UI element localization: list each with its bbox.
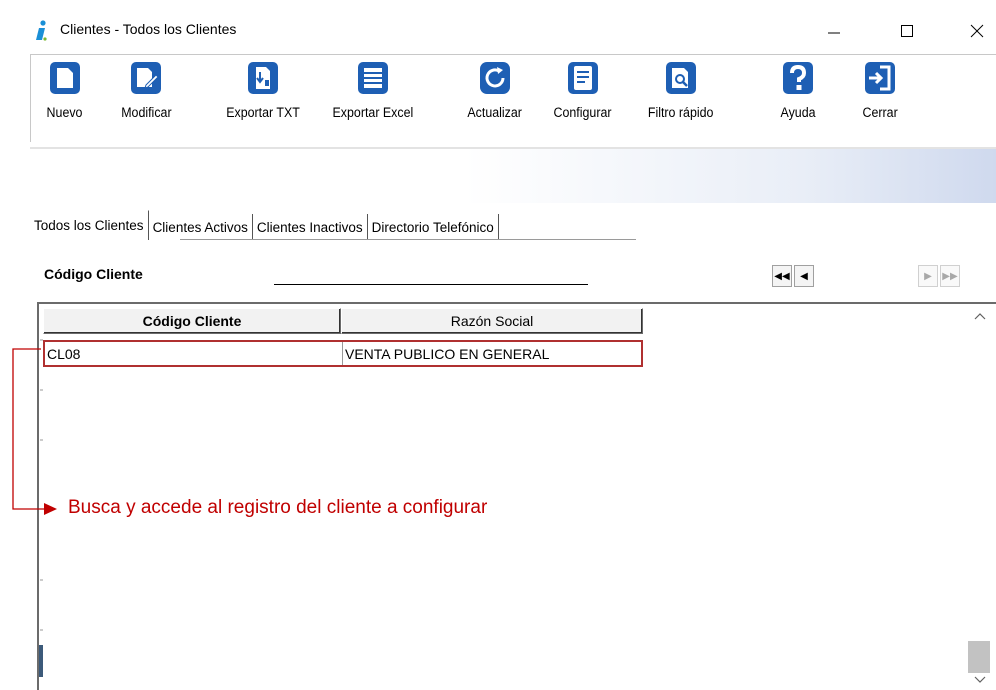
scroll-up-button[interactable] (966, 306, 994, 326)
app-info-icon (36, 20, 47, 41)
grid-left-ticks (39, 339, 43, 677)
close-button[interactable]: Cerrar (861, 59, 899, 139)
export-excel-icon (357, 62, 388, 94)
export-excel-button-label: Exportar Excel (332, 105, 414, 120)
maximize-button[interactable] (884, 16, 930, 46)
previous-record-icon: ◀ (800, 270, 808, 282)
tab-strip: Todos los Clientes Clientes Activos Clie… (30, 210, 499, 240)
modify-button[interactable]: Modificar (119, 59, 174, 139)
vertical-scrollbar[interactable] (966, 306, 994, 690)
tab-active-clients[interactable]: Clientes Activos (149, 214, 253, 240)
refresh-icon (479, 62, 510, 94)
column-header-business-name-label: Razón Social (450, 313, 534, 329)
maximize-icon (901, 25, 913, 37)
close-door-icon (865, 62, 896, 94)
header-divider (30, 147, 996, 149)
export-txt-button-label: Exportar TXT (226, 105, 300, 120)
table-row[interactable]: CL08 VENTA PUBLICO EN GENERAL (43, 340, 643, 367)
minimize-button[interactable] (811, 16, 857, 46)
column-header-business-name[interactable]: Razón Social (341, 308, 643, 334)
annotation-text: Busca y accede al registro del cliente a… (68, 497, 488, 518)
clients-grid: Código Cliente Razón Social CL08 VENTA P… (37, 302, 996, 690)
next-record-button[interactable]: ▶ (918, 265, 938, 287)
export-txt-icon (248, 62, 279, 94)
new-document-icon (49, 62, 80, 94)
toolbar: Nuevo Modificar Exportar TXT Exportar Ex… (30, 54, 996, 142)
tabs-underline (180, 239, 636, 240)
configure-button-label: Configurar (553, 105, 612, 120)
minimize-icon (828, 32, 840, 34)
tab-inactive-clients-label: Clientes Inactivos (256, 219, 363, 235)
quick-filter-icon (665, 62, 696, 94)
search-input[interactable] (274, 259, 588, 285)
help-button-label: Ayuda (780, 105, 816, 120)
tab-phone-directory-label: Directorio Telefónico (371, 219, 494, 235)
new-button-label: Nuevo (46, 105, 83, 120)
cell-code: CL08 (45, 342, 343, 365)
edit-document-icon (131, 62, 162, 94)
tab-inactive-clients[interactable]: Clientes Inactivos (253, 214, 368, 240)
search-label: Código Cliente (44, 266, 143, 282)
refresh-button[interactable]: Actualizar (465, 59, 524, 139)
chevron-up-icon (974, 313, 986, 320)
configure-icon (567, 62, 598, 94)
tab-phone-directory[interactable]: Directorio Telefónico (368, 214, 499, 240)
scroll-down-button[interactable] (966, 670, 994, 690)
quick-filter-button-label: Filtro rápido (647, 105, 714, 120)
tab-all-clients[interactable]: Todos los Clientes (30, 210, 149, 240)
export-excel-button[interactable]: Exportar Excel (329, 59, 417, 139)
column-header-code-label: Código Cliente (142, 313, 242, 329)
configure-button[interactable]: Configurar (551, 59, 614, 139)
help-button[interactable]: Ayuda (779, 59, 817, 139)
export-txt-button[interactable]: Exportar TXT (223, 59, 303, 139)
scrollbar-thumb[interactable] (968, 641, 990, 673)
modify-button-label: Modificar (121, 105, 172, 120)
quick-filter-button[interactable]: Filtro rápido (645, 59, 716, 139)
previous-record-button[interactable]: ◀ (794, 265, 814, 287)
chevron-down-icon (974, 676, 986, 683)
grid-header: Código Cliente Razón Social (43, 308, 643, 334)
header-band (30, 147, 996, 203)
close-window-button[interactable] (954, 16, 996, 46)
title-bar: Clientes - Todos los Clientes (0, 0, 996, 52)
close-icon (970, 24, 984, 38)
cell-business-name: VENTA PUBLICO EN GENERAL (345, 345, 550, 362)
close-button-label: Cerrar (862, 105, 898, 120)
tab-active-clients-label: Clientes Activos (152, 219, 248, 235)
last-record-icon: ▶▶ (942, 270, 958, 282)
last-record-button[interactable]: ▶▶ (940, 265, 960, 287)
next-record-icon: ▶ (924, 270, 932, 282)
tab-all-clients-label: Todos los Clientes (34, 218, 144, 233)
first-record-button[interactable]: ◀◀ (772, 265, 792, 287)
refresh-button-label: Actualizar (467, 105, 522, 120)
help-icon (783, 62, 814, 94)
new-button[interactable]: Nuevo (45, 59, 84, 139)
first-record-icon: ◀◀ (774, 270, 790, 282)
column-header-code[interactable]: Código Cliente (43, 308, 341, 334)
window-title: Clientes - Todos los Clientes (60, 21, 237, 37)
